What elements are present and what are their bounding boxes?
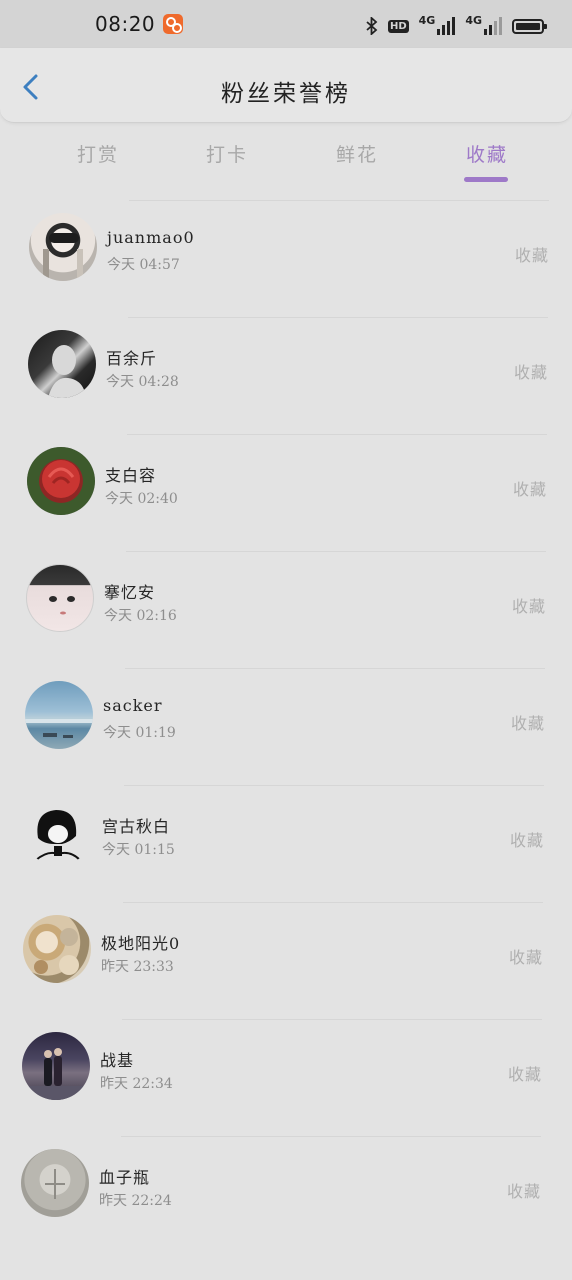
list-item[interactable]: 极地阳光0 昨天 23:33 收藏 (23, 902, 543, 1019)
app-notification-icon (163, 14, 183, 34)
divider (128, 317, 548, 318)
favorite-label: 收藏 (514, 246, 549, 265)
avatar[interactable] (24, 798, 92, 866)
status-time: 08:20 (95, 12, 156, 36)
divider (123, 902, 543, 903)
list-item[interactable]: 百余斤 今天 04:28 收藏 (28, 317, 548, 434)
favorite-label: 收藏 (507, 1065, 542, 1084)
fan-time: 今天 02:16 (104, 608, 177, 624)
avatar[interactable] (29, 213, 97, 281)
list-item[interactable]: juanmao0 今天 04:57 收藏 (29, 200, 549, 317)
status-bar: 08:20 HD 4G 4G (0, 0, 572, 48)
avatar[interactable] (28, 330, 96, 398)
divider (121, 1136, 541, 1137)
tab-bar: 打赏 打卡 鲜花 收藏 (0, 130, 572, 186)
list-item[interactable]: 搴忆安 今天 02:16 收藏 (26, 551, 546, 668)
page-title: 粉丝荣誉榜 (221, 81, 351, 107)
fan-name: 极地阳光0 (101, 934, 181, 953)
divider (127, 434, 547, 435)
list-item[interactable]: sacker 今天 01:19 收藏 (25, 668, 545, 785)
fan-time: 昨天 22:24 (99, 1193, 172, 1209)
avatar[interactable] (26, 564, 94, 632)
list-item[interactable]: 宫古秋白 今天 01:15 收藏 (24, 785, 544, 902)
list-item[interactable]: 战基 昨天 22:34 收藏 (22, 1019, 542, 1136)
avatar[interactable] (23, 915, 91, 983)
favorite-label: 收藏 (513, 363, 548, 382)
bluetooth-icon (366, 17, 378, 35)
fan-time: 昨天 22:34 (100, 1076, 173, 1092)
status-icons: HD 4G 4G (366, 14, 547, 38)
divider (129, 200, 549, 201)
battery-icon (512, 18, 547, 34)
favorite-label: 收藏 (510, 714, 545, 733)
avatar[interactable] (27, 447, 95, 515)
avatar[interactable] (22, 1032, 90, 1100)
fan-name: 战基 (100, 1051, 135, 1070)
fan-time: 昨天 23:33 (101, 959, 174, 975)
divider (124, 785, 544, 786)
fan-time: 今天 01:15 (102, 842, 175, 858)
hd-voice-icon: HD (387, 19, 409, 33)
fan-name: 支白容 (105, 466, 157, 485)
app-header: 粉丝荣誉榜 (0, 48, 572, 123)
tab-checkin[interactable]: 打卡 (206, 140, 248, 167)
favorite-label: 收藏 (506, 1182, 541, 1201)
signal-2-icon: 4G (465, 14, 502, 35)
fan-time: 今天 01:19 (103, 725, 176, 741)
fan-name: 宫古秋白 (102, 817, 171, 836)
fan-name: juanmao0 (107, 228, 195, 247)
active-tab-indicator (464, 177, 508, 182)
favorite-label: 收藏 (511, 597, 546, 616)
divider (122, 1019, 542, 1020)
tab-reward[interactable]: 打赏 (77, 140, 119, 167)
list-item[interactable]: 支白容 今天 02:40 收藏 (27, 434, 547, 551)
divider (126, 551, 546, 552)
list-item[interactable]: 血子瓶 昨天 22:24 收藏 (21, 1136, 541, 1253)
tab-flowers[interactable]: 鲜花 (336, 140, 378, 167)
fan-time: 今天 02:40 (105, 491, 178, 507)
favorite-label: 收藏 (508, 948, 543, 967)
fan-time: 今天 04:57 (107, 257, 180, 273)
avatar[interactable] (25, 681, 93, 749)
signal-1-icon: 4G (419, 14, 456, 35)
avatar[interactable] (21, 1149, 89, 1217)
favorite-label: 收藏 (509, 831, 544, 850)
divider (125, 668, 545, 669)
fan-name: sacker (103, 696, 163, 715)
fan-name: 搴忆安 (104, 583, 156, 602)
fan-name: 百余斤 (106, 349, 158, 368)
tab-favorites[interactable]: 收藏 (466, 140, 508, 167)
fan-name: 血子瓶 (99, 1168, 151, 1187)
favorite-label: 收藏 (512, 480, 547, 499)
fan-time: 今天 04:28 (106, 374, 179, 390)
